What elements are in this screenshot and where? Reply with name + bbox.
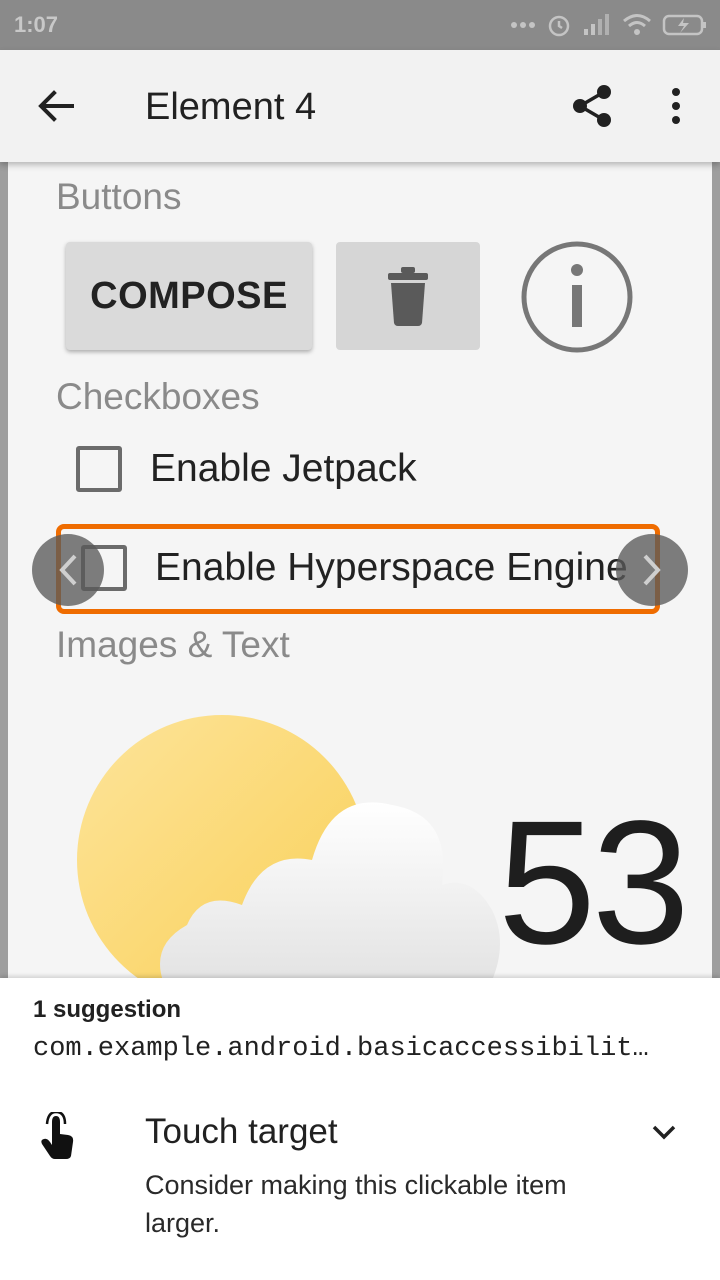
previous-element-button[interactable] xyxy=(32,534,104,606)
section-title-checkboxes: Checkboxes xyxy=(56,376,260,417)
compose-button[interactable]: COMPOSE xyxy=(66,242,312,350)
page-title: Element 4 xyxy=(145,86,317,128)
package-name: com.example.android.basicaccessibilit… xyxy=(33,1034,649,1064)
temperature-text: 53 xyxy=(498,785,690,981)
next-element-button[interactable] xyxy=(616,534,688,606)
checkbox-jetpack[interactable]: Enable Jetpack xyxy=(76,446,417,492)
suggestion-count: 1 suggestion xyxy=(33,996,182,1023)
alarm-icon xyxy=(548,15,570,37)
status-time: 1:07 xyxy=(14,12,59,37)
more-vert-icon[interactable] xyxy=(660,84,692,128)
share-icon[interactable] xyxy=(568,82,616,130)
suggestion-title: Touch target xyxy=(145,1112,338,1151)
chevron-left-icon xyxy=(59,554,77,586)
chevron-down-icon[interactable] xyxy=(648,1116,680,1148)
delete-button[interactable] xyxy=(336,242,480,350)
section-title-images: Images & Text xyxy=(56,624,290,665)
trash-icon xyxy=(388,267,428,326)
checkbox-box[interactable] xyxy=(76,446,122,492)
accessibility-highlight: Enable Hyperspace Engine xyxy=(56,524,660,614)
wifi-icon xyxy=(623,14,651,35)
signal-icon xyxy=(584,14,609,35)
battery-icon xyxy=(662,14,706,36)
checkbox-label: Enable Jetpack xyxy=(150,447,417,490)
suggestions-sheet: 1 suggestion com.example.android.basicac… xyxy=(0,978,720,1280)
suggestion-description: Consider making this clickable item larg… xyxy=(145,1170,567,1238)
app-bar: Element 4 xyxy=(0,50,720,162)
sun-cloud-icon xyxy=(77,715,500,982)
checkbox-label: Enable Hyperspace Engine xyxy=(155,546,628,589)
touch-hand-icon xyxy=(41,1112,74,1159)
info-icon[interactable] xyxy=(520,240,634,354)
checkbox-hyperspace[interactable]: Enable Hyperspace Engine xyxy=(81,545,628,591)
status-icons xyxy=(510,10,708,40)
chevron-right-icon xyxy=(643,554,661,586)
status-bar: 1:07 xyxy=(0,0,720,50)
more-dots-icon xyxy=(511,22,535,28)
section-title-buttons: Buttons xyxy=(56,176,182,217)
main-content[interactable]: Buttons COMPOSE Checkboxes Enable Jetpac… xyxy=(8,162,712,982)
back-arrow-icon[interactable] xyxy=(34,84,78,128)
